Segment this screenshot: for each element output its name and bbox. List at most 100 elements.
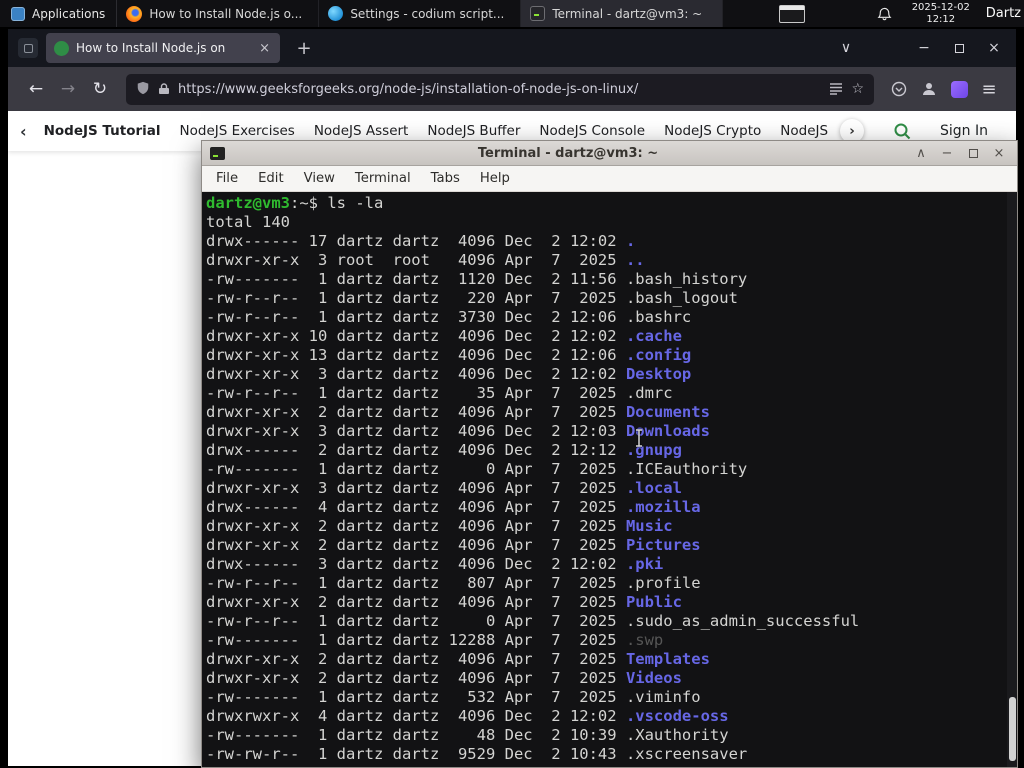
firefox-view-button[interactable] xyxy=(18,38,38,58)
terminal-shade-button[interactable]: ∧ xyxy=(911,143,931,163)
terminal-line: drwxr-xr-x 3 dartz dartz 4096 Dec 2 12:0… xyxy=(206,422,710,440)
taskbar-item-label: Settings - codium script... xyxy=(350,6,505,21)
hamburger-icon: ≡ xyxy=(981,78,997,100)
site-favicon xyxy=(54,40,69,56)
site-nav-item[interactable]: NodeJS Crypto xyxy=(664,123,761,139)
command-text: ls -la xyxy=(327,194,384,212)
tray-terminal-icon[interactable] xyxy=(778,4,805,23)
taskbar-item-firefox[interactable]: How to Install Node.js o... xyxy=(117,0,320,27)
menu-tabs[interactable]: Tabs xyxy=(421,166,470,191)
site-nav-item[interactable]: NodeJS DNS xyxy=(780,123,833,139)
terminal-line: drwxrwxr-x 4 dartz dartz 4096 Dec 2 12:0… xyxy=(206,707,729,725)
navigation-toolbar: ← → ↻ https://www.geeksforgeeks.org/node… xyxy=(8,67,1016,111)
terminal-close-button[interactable]: × xyxy=(989,143,1009,163)
taskbar-item-label: Terminal - dartz@vm3: ~ xyxy=(552,6,703,21)
nav-scroll-left-icon[interactable]: ‹ xyxy=(20,122,27,141)
terminal-minimize-button[interactable]: − xyxy=(937,143,957,163)
terminal-line: -rw------- 1 dartz dartz 48 Dec 2 10:39 … xyxy=(206,726,729,744)
firefox-view-icon xyxy=(23,43,33,53)
applications-menu-button[interactable]: Applications xyxy=(0,0,118,27)
clock[interactable]: 2025-12-02 12:12 xyxy=(906,2,976,25)
terminal-line: drwxr-xr-x 13 dartz dartz 4096 Dec 2 12:… xyxy=(206,346,692,364)
url-text[interactable]: https://www.geeksforgeeks.org/node-js/in… xyxy=(178,82,821,97)
terminal-maximize-button[interactable] xyxy=(963,143,983,163)
site-nav-item[interactable]: NodeJS Tutorial xyxy=(44,123,161,139)
tab-title: How to Install Node.js on xyxy=(76,41,226,55)
lock-icon[interactable] xyxy=(158,80,170,99)
reload-button[interactable]: ↻ xyxy=(84,73,116,105)
terminal-line: -rw------- 1 dartz dartz 532 Apr 7 2025 … xyxy=(206,688,701,706)
menu-button[interactable]: ≡ xyxy=(974,74,1004,104)
terminal-icon xyxy=(530,6,546,21)
tab-list-button[interactable]: ∨ xyxy=(830,33,862,63)
site-nav-item[interactable]: NodeJS Assert xyxy=(314,123,409,139)
terminal-line: -rw------- 1 dartz dartz 0 Apr 7 2025 .I… xyxy=(206,460,748,478)
terminal-title: Terminal - dartz@vm3: ~ xyxy=(477,145,659,161)
terminal-line: -rw-r--r-- 1 dartz dartz 220 Apr 7 2025 … xyxy=(206,289,738,307)
browser-tab[interactable]: How to Install Node.js on × xyxy=(46,33,280,63)
window-maximize-button[interactable] xyxy=(943,33,975,63)
shield-icon[interactable] xyxy=(136,80,150,99)
window-close-button[interactable]: × xyxy=(978,33,1010,63)
terminal-line: drwxr-xr-x 2 dartz dartz 4096 Apr 7 2025… xyxy=(206,403,710,421)
prompt-path: :~$ xyxy=(290,194,318,212)
terminal-line: -rw-r--r-- 1 dartz dartz 35 Apr 7 2025 .… xyxy=(206,384,673,402)
menu-view[interactable]: View xyxy=(294,166,345,191)
clock-date: 2025-12-02 xyxy=(911,2,970,13)
terminal-line: drwxr-xr-x 3 root root 4096 Apr 7 2025 .… xyxy=(206,251,645,269)
site-nav-item[interactable]: NodeJS Exercises xyxy=(180,123,295,139)
terminal-line: drwxr-xr-x 2 dartz dartz 4096 Apr 7 2025… xyxy=(206,593,682,611)
taskbar-item-codium[interactable]: Settings - codium script... xyxy=(319,0,522,27)
reader-mode-icon[interactable] xyxy=(829,80,843,99)
back-button[interactable]: ← xyxy=(20,73,52,105)
extension-icon[interactable] xyxy=(944,74,974,104)
menu-terminal[interactable]: Terminal xyxy=(345,166,421,191)
menu-edit[interactable]: Edit xyxy=(248,166,294,191)
desktop: Applications How to Install Node.js o...… xyxy=(0,0,1024,768)
terminal-line: -rw------- 1 dartz dartz 1120 Dec 2 11:5… xyxy=(206,270,748,288)
terminal-output-area[interactable]: dartz@vm3:~$ ls -la total 140 drwx------… xyxy=(202,192,1017,767)
tab-bar: How to Install Node.js on × + ∨ − × xyxy=(8,29,1016,67)
account-icon[interactable] xyxy=(914,74,944,104)
terminal-line: -rw-r--r-- 1 dartz dartz 807 Apr 7 2025 … xyxy=(206,574,701,592)
notification-bell-icon[interactable] xyxy=(877,6,892,22)
sign-in-button[interactable]: Sign In xyxy=(940,123,988,139)
applications-icon xyxy=(11,6,25,21)
search-icon[interactable] xyxy=(893,122,911,140)
terminal-line: drwx------ 17 dartz dartz 4096 Dec 2 12:… xyxy=(206,232,636,250)
terminal-line: drwxr-xr-x 2 dartz dartz 4096 Apr 7 2025… xyxy=(206,517,673,535)
terminal-line: drwxr-xr-x 10 dartz dartz 4096 Dec 2 12:… xyxy=(206,327,682,345)
forward-button[interactable]: → xyxy=(52,73,84,105)
taskbar-item-label: How to Install Node.js o... xyxy=(149,6,303,21)
terminal-titlebar[interactable]: Terminal - dartz@vm3: ~ ∧ − × xyxy=(202,141,1017,166)
maximize-icon xyxy=(954,43,964,53)
terminal-line: drwxr-xr-x 2 dartz dartz 4096 Apr 7 2025… xyxy=(206,650,710,668)
menu-help[interactable]: Help xyxy=(470,166,520,191)
site-nav-item[interactable]: NodeJS Console xyxy=(539,123,645,139)
terminal-line: drwxr-xr-x 2 dartz dartz 4096 Apr 7 2025… xyxy=(206,669,682,687)
site-nav-item[interactable]: NodeJS Buffer xyxy=(427,123,520,139)
bookmark-star-icon[interactable]: ☆ xyxy=(851,81,864,97)
window-minimize-button[interactable]: − xyxy=(908,33,940,63)
terminal-scrollbar-track[interactable] xyxy=(1007,192,1017,767)
menu-file[interactable]: File xyxy=(206,166,248,191)
terminal-line: -rw------- 1 dartz dartz 12288 Apr 7 202… xyxy=(206,631,664,649)
pocket-icon[interactable] xyxy=(884,74,914,104)
url-bar[interactable]: https://www.geeksforgeeks.org/node-js/in… xyxy=(126,73,874,105)
new-tab-button[interactable]: + xyxy=(290,34,318,62)
taskbar-item-terminal[interactable]: Terminal - dartz@vm3: ~ xyxy=(521,0,724,27)
terminal-listing: drwx------ 17 dartz dartz 4096 Dec 2 12:… xyxy=(206,232,1017,764)
site-nav-items: NodeJS Tutorial NodeJS Exercises NodeJS As… xyxy=(44,123,833,139)
top-panel: Applications How to Install Node.js o...… xyxy=(0,0,1024,27)
user-label: Dartz xyxy=(985,6,1021,21)
terminal-line: -rw-rw-r-- 1 dartz dartz 9529 Dec 2 10:4… xyxy=(206,745,748,763)
terminal-line: drwx------ 4 dartz dartz 4096 Apr 7 2025… xyxy=(206,498,701,516)
codium-icon xyxy=(328,6,344,21)
maximize-icon xyxy=(968,148,978,158)
terminal-total-line: total 140 xyxy=(206,213,290,231)
prompt-user: dartz@vm3 xyxy=(206,194,290,212)
tab-close-icon[interactable]: × xyxy=(257,41,272,56)
terminal-window: Terminal - dartz@vm3: ~ ∧ − × File Edit … xyxy=(201,140,1018,768)
applications-label: Applications xyxy=(32,6,106,21)
terminal-scrollbar-thumb[interactable] xyxy=(1009,697,1016,761)
